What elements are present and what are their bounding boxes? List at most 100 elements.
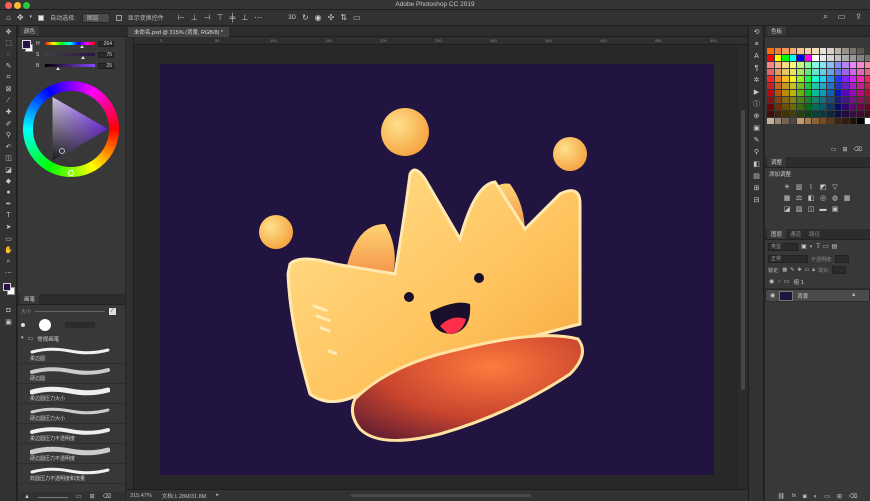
- color-swatch[interactable]: [842, 69, 849, 75]
- gradient-map-icon[interactable]: ▬: [819, 205, 827, 213]
- canvas[interactable]: [160, 64, 714, 475]
- vertical-scroll-thumb[interactable]: [741, 110, 745, 390]
- adjustment-layer-icon[interactable]: ◐: [814, 494, 818, 500]
- brush-tool[interactable]: ✐: [0, 118, 17, 130]
- fg-bg-swatches[interactable]: [0, 281, 16, 305]
- color-swatch[interactable]: [849, 111, 856, 117]
- color-swatch[interactable]: [782, 83, 789, 89]
- color-swatch[interactable]: [797, 97, 804, 103]
- hue-value[interactable]: 264: [98, 40, 114, 47]
- color-swatch[interactable]: [827, 97, 834, 103]
- color-swatch[interactable]: [819, 104, 826, 110]
- color-swatch[interactable]: [842, 90, 849, 96]
- filter-pixel-icon[interactable]: ▣: [801, 244, 807, 250]
- color-swatch[interactable]: [827, 104, 834, 110]
- history-brush-tool[interactable]: ↶: [0, 141, 17, 153]
- path-select-tool[interactable]: ➤: [0, 222, 17, 234]
- eye-icon[interactable]: ◉: [769, 279, 774, 285]
- quick-select-tool[interactable]: ✎: [0, 61, 17, 73]
- color-swatch[interactable]: [797, 111, 804, 117]
- color-lookup-icon[interactable]: ▦: [843, 194, 851, 202]
- color-swatch[interactable]: [782, 104, 789, 110]
- color-swatch[interactable]: [774, 76, 781, 82]
- color-swatch[interactable]: [789, 55, 796, 61]
- color-swatch[interactable]: [849, 90, 856, 96]
- lasso-tool[interactable]: ◌: [0, 49, 17, 61]
- posterize-icon[interactable]: ▨: [795, 205, 803, 213]
- color-swatch[interactable]: [797, 48, 804, 54]
- align-center-icon[interactable]: ⊥: [191, 13, 198, 22]
- info-icon[interactable]: ⓘ: [749, 98, 764, 110]
- color-swatch[interactable]: [797, 55, 804, 61]
- color-swatch[interactable]: [864, 97, 870, 103]
- color-swatch[interactable]: [774, 104, 781, 110]
- color-swatch[interactable]: [767, 97, 774, 103]
- color-swatch[interactable]: [849, 76, 856, 82]
- color-swatch[interactable]: [842, 118, 849, 124]
- distribute-icon[interactable]: ⋯: [254, 13, 262, 22]
- color-swatch[interactable]: [812, 55, 819, 61]
- color-swatch[interactable]: [782, 97, 789, 103]
- color-swatch[interactable]: [849, 62, 856, 68]
- brightness-value[interactable]: 25: [98, 62, 114, 69]
- brush-settings-panel-icon[interactable]: ✎: [749, 134, 764, 146]
- color-swatch[interactable]: [804, 97, 811, 103]
- color-swatch[interactable]: [849, 83, 856, 89]
- color-swatch[interactable]: [797, 62, 804, 68]
- zoom-level[interactable]: 315.47%: [130, 493, 152, 499]
- large-brush-preset[interactable]: [39, 319, 51, 331]
- chevron-down-icon[interactable]: ▾: [21, 336, 24, 341]
- color-swatch[interactable]: [842, 104, 849, 110]
- brush-size-slider[interactable]: [35, 310, 106, 312]
- tab-paths[interactable]: 路径: [805, 229, 824, 239]
- color-swatch[interactable]: [767, 62, 774, 68]
- color-swatch[interactable]: [864, 55, 870, 61]
- color-swatch[interactable]: [797, 118, 804, 124]
- color-swatch[interactable]: [819, 97, 826, 103]
- color-swatch[interactable]: [782, 118, 789, 124]
- color-swatch[interactable]: [782, 55, 789, 61]
- pen-tool[interactable]: ✒: [0, 199, 17, 211]
- color-swatch[interactable]: [827, 90, 834, 96]
- layer-row[interactable]: ◉ › ▭ 组 1: [765, 276, 870, 289]
- color-swatch[interactable]: [767, 48, 774, 54]
- color-swatch[interactable]: [864, 48, 870, 54]
- brush-preset[interactable]: 硬边圆: [18, 364, 125, 384]
- saturation-value[interactable]: 75: [98, 51, 114, 58]
- home-icon[interactable]: ⌂: [6, 13, 11, 22]
- color-swatch[interactable]: [864, 90, 870, 96]
- color-swatch[interactable]: [834, 62, 841, 68]
- eyedropper-tool[interactable]: ⁄: [0, 95, 17, 107]
- saturation-slider[interactable]: [45, 53, 95, 59]
- zoom-tool[interactable]: ⌕: [0, 256, 17, 268]
- mask-icon[interactable]: ◙: [803, 494, 807, 500]
- move-tool-icon[interactable]: ✥: [17, 13, 24, 22]
- hue-slider[interactable]: [45, 42, 95, 48]
- link-icon[interactable]: ⛓: [778, 494, 786, 500]
- brush-settings-icon[interactable]: ⁄: [109, 307, 117, 315]
- tab-adjustments[interactable]: 调整: [767, 157, 787, 167]
- color-swatch[interactable]: [789, 97, 796, 103]
- color-swatch[interactable]: [789, 83, 796, 89]
- fill-input[interactable]: [832, 266, 847, 274]
- color-swatch[interactable]: [774, 111, 781, 117]
- trash-icon[interactable]: ⌫: [854, 145, 862, 155]
- color-swatch[interactable]: [842, 62, 849, 68]
- healing-brush-tool[interactable]: ✚: [0, 107, 17, 119]
- actions-icon[interactable]: ▶: [749, 86, 764, 98]
- color-swatch[interactable]: [804, 111, 811, 117]
- brush-preset[interactable]: 柔边圆压力大小: [18, 384, 125, 404]
- color-swatch[interactable]: [834, 104, 841, 110]
- measurement-icon[interactable]: ⊟: [749, 194, 764, 206]
- color-swatch[interactable]: [782, 111, 789, 117]
- search-icon[interactable]: ⌕: [823, 13, 827, 21]
- libraries-icon[interactable]: ✲: [749, 74, 764, 86]
- color-swatch[interactable]: [819, 118, 826, 124]
- color-swatch[interactable]: [797, 104, 804, 110]
- color-swatch[interactable]: [827, 118, 834, 124]
- color-swatch[interactable]: [819, 83, 826, 89]
- vertical-scrollbar[interactable]: [738, 45, 748, 489]
- color-swatch[interactable]: [857, 118, 864, 124]
- new-swatch-icon[interactable]: ⊞: [842, 145, 847, 155]
- auto-select-checkbox[interactable]: [38, 14, 45, 21]
